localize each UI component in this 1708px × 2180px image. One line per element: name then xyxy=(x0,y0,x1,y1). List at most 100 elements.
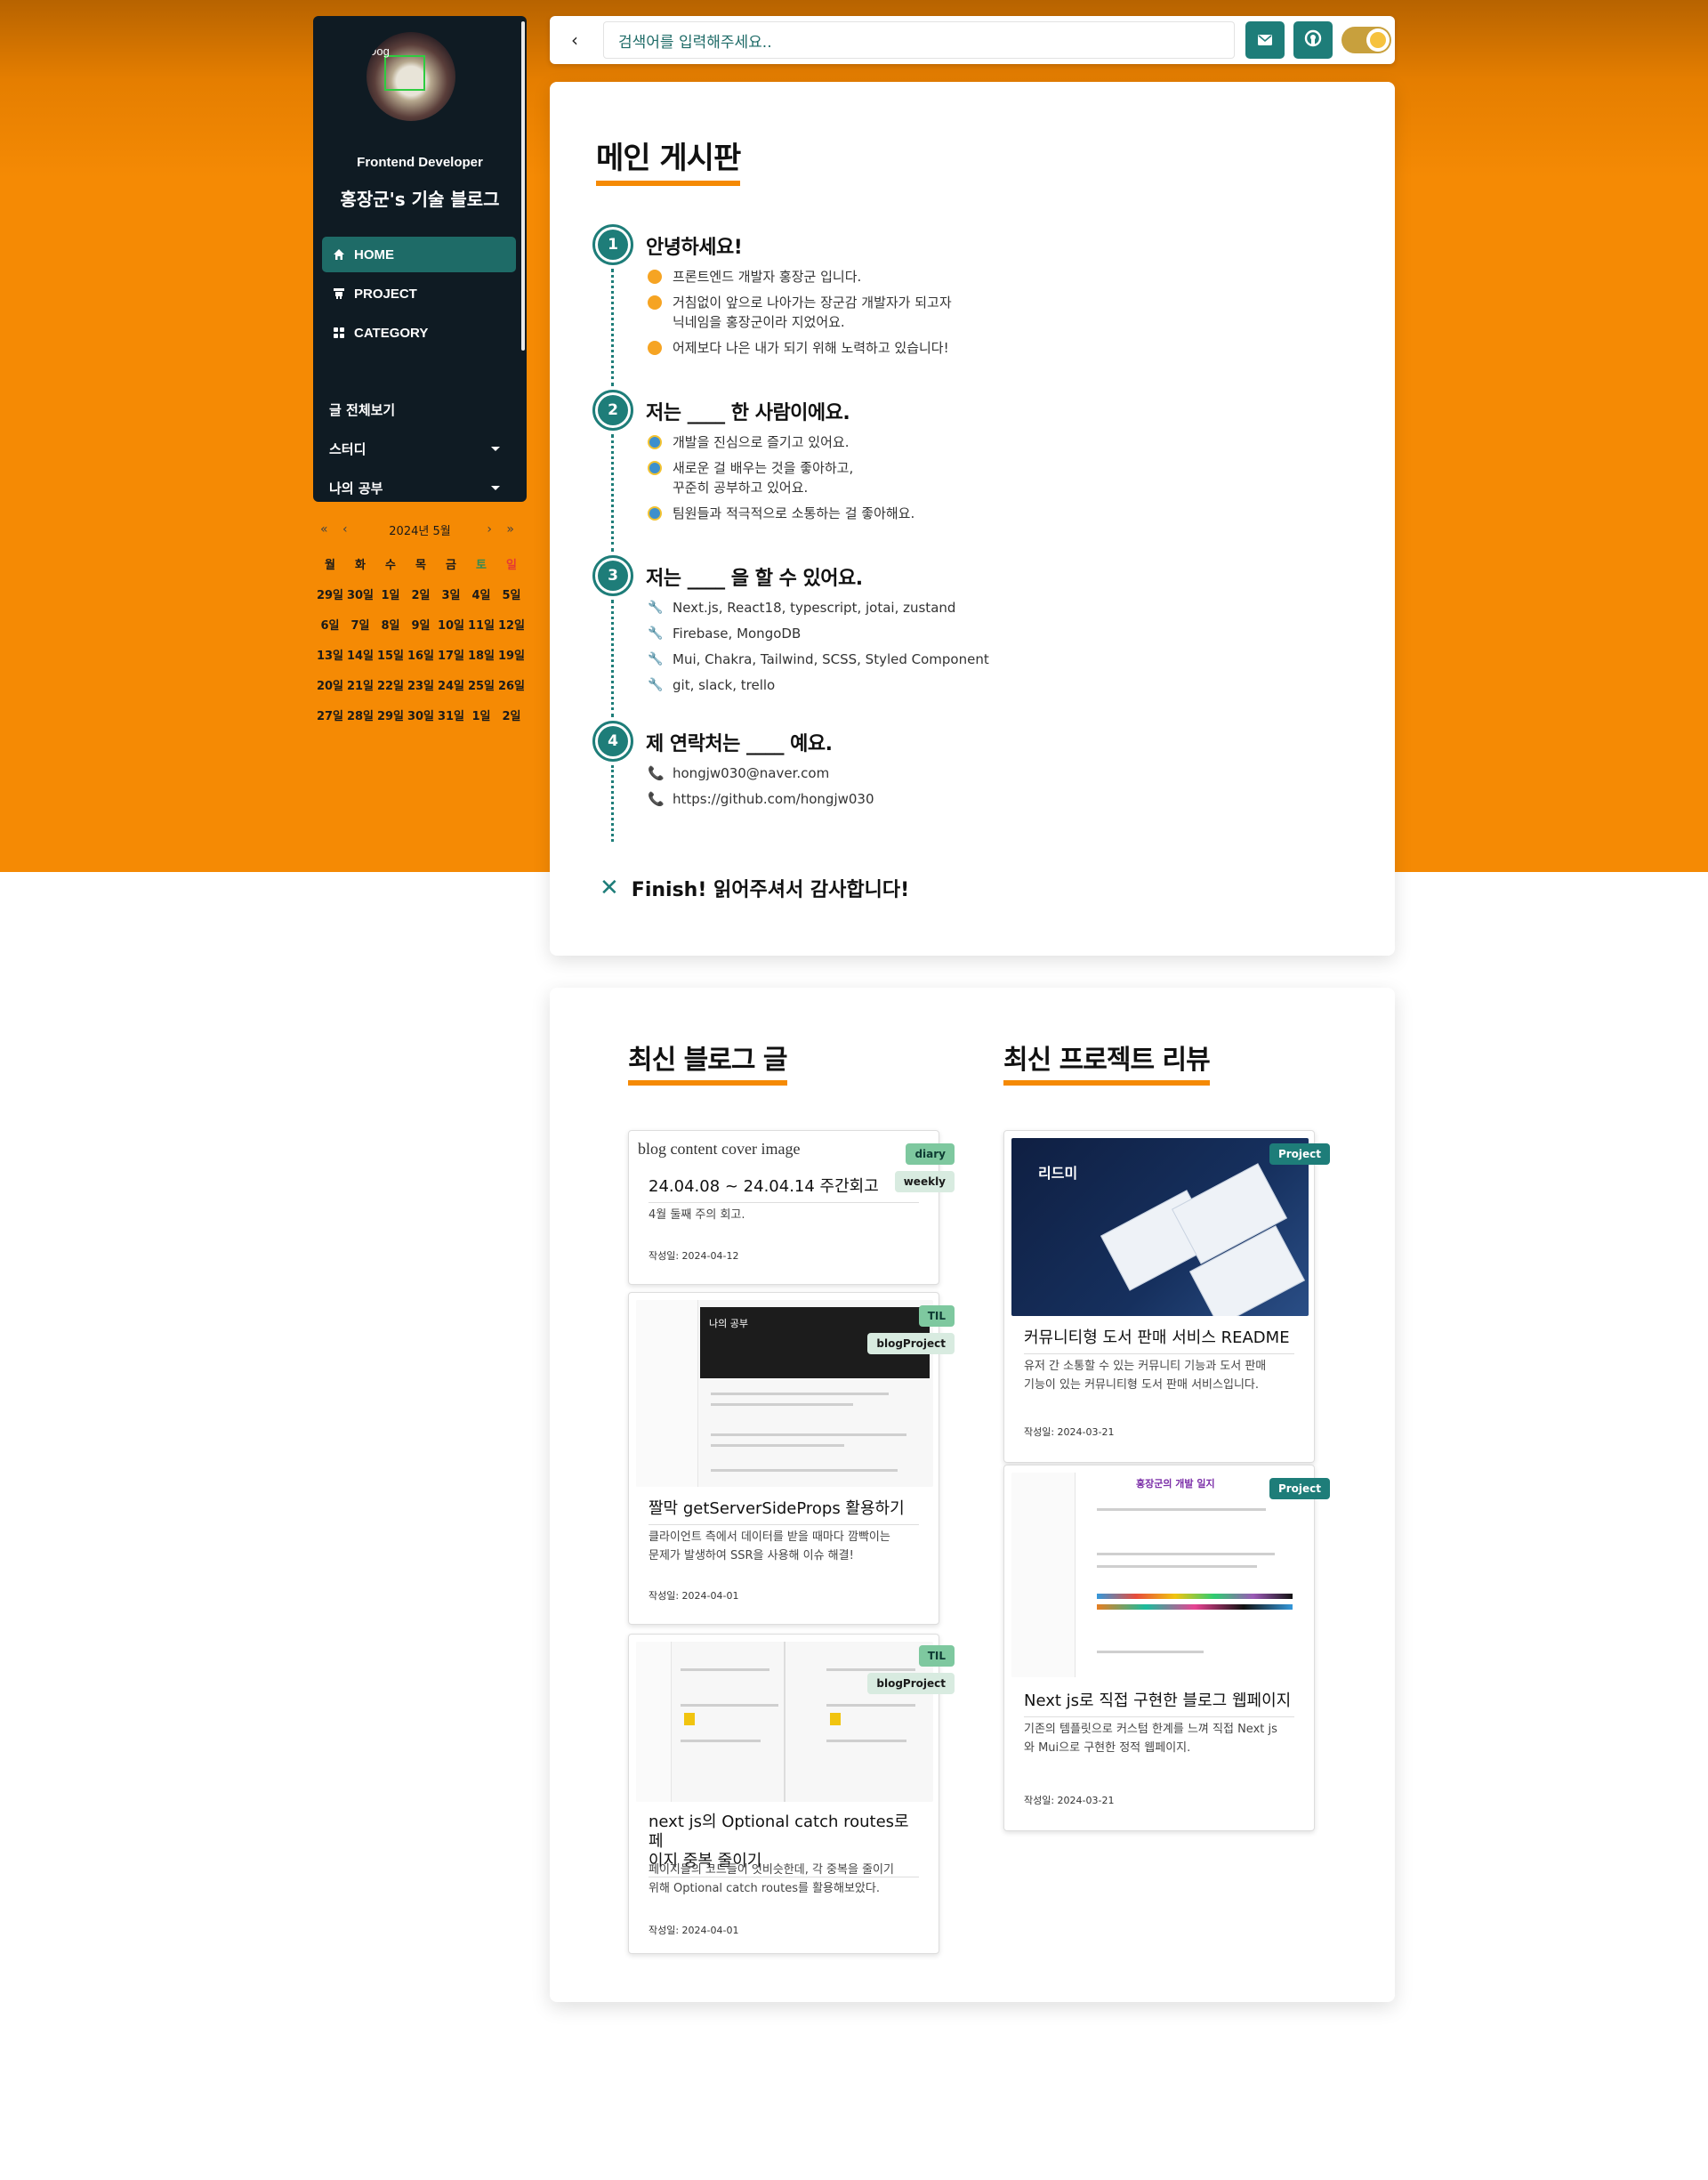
card-date: 작성일: 2024-03-21 xyxy=(1024,1426,1115,1438)
calendar-day[interactable]: 3일 xyxy=(436,585,466,607)
calendar-day[interactable]: 26일 xyxy=(496,676,527,698)
step-item: 어제보다 나은 내가 되기 위해 노력하고 있습니다! xyxy=(646,338,1322,358)
latest-section: 최신 블로그 글 최신 프로젝트 리뷰 blog content cover i… xyxy=(550,988,1395,2002)
nav-item-project[interactable]: PROJECT xyxy=(322,276,516,311)
search-input[interactable]: 검색어를 입력해주세요.. xyxy=(603,21,1235,59)
calendar-day[interactable]: 6일 xyxy=(315,616,345,637)
calendar-day[interactable]: 1일 xyxy=(375,585,406,607)
step-item-text: 거침없이 앞으로 나아가는 장군감 개발자가 되고자 닉네임을 홍장군이라 지었… xyxy=(673,295,952,330)
nav-item-home[interactable]: HOME xyxy=(322,237,516,272)
card-date: 작성일: 2024-04-12 xyxy=(649,1250,739,1262)
blog-card[interactable]: 나의 공부 TIL blogProject 짤막 getServerSidePr… xyxy=(628,1292,955,1625)
category-label: 나의 공부 xyxy=(329,480,383,497)
category-study[interactable]: 스터디 xyxy=(313,429,527,468)
calendar-day[interactable]: 28일 xyxy=(345,706,375,728)
calendar-day[interactable]: 15일 xyxy=(375,646,406,667)
blog-card[interactable]: TIL blogProject next js의 Optional catch … xyxy=(628,1634,955,1954)
tag-badge[interactable]: TIL xyxy=(918,1305,955,1327)
screenshot-thumbnail xyxy=(636,1642,933,1802)
calendar-day[interactable]: 30일 xyxy=(345,585,375,607)
calendar-day[interactable]: 30일 xyxy=(406,706,436,728)
tag-badge[interactable]: Project xyxy=(1269,1143,1330,1165)
step-item-text: 어제보다 나은 내가 되기 위해 노력하고 있습니다! xyxy=(673,340,949,356)
step-title: 저는 ____ 한 사람이에요. xyxy=(646,402,850,424)
back-button[interactable]: ‹ xyxy=(562,28,587,52)
tag-badge[interactable]: diary xyxy=(906,1143,955,1165)
calendar-day[interactable]: 12일 xyxy=(496,616,527,637)
thumb-hero-text: 나의 공부 xyxy=(709,1318,748,1329)
theme-toggle[interactable] xyxy=(1341,27,1391,53)
step-item-text: 새로운 걸 배우는 것을 좋아하고, 꾸준히 공부하고 있어요. xyxy=(673,460,854,496)
calendar-day[interactable]: 13일 xyxy=(315,646,345,667)
github-icon xyxy=(1304,29,1322,51)
calendar-day[interactable]: 8일 xyxy=(375,616,406,637)
calendar-next-buttons[interactable]: › » xyxy=(487,522,520,537)
calendar-day[interactable]: 18일 xyxy=(466,646,496,667)
project-card[interactable]: 리드미 Project 커뮤니티형 도서 판매 서비스 README 유저 간 … xyxy=(1003,1130,1330,1463)
step-item: 📞 hongjw030@naver.com xyxy=(646,763,1322,783)
category-my-study[interactable]: 나의 공부 xyxy=(313,468,527,502)
calendar-day[interactable]: 24일 xyxy=(436,676,466,698)
calendar-day[interactable]: 4일 xyxy=(466,585,496,607)
calendar-day[interactable]: 17일 xyxy=(436,646,466,667)
calendar-day[interactable]: 5일 xyxy=(496,585,527,607)
thumb-line xyxy=(711,1444,844,1447)
card-description: 유저 간 소통할 수 있는 커뮤니티 기능과 도서 판매 기능이 있는 커뮤니티… xyxy=(1024,1360,1267,1392)
calendar-day[interactable]: 16일 xyxy=(406,646,436,667)
latest-project-title: 최신 프로젝트 리뷰 xyxy=(1003,1038,1211,1086)
tag-badge[interactable]: TIL xyxy=(918,1645,955,1667)
shield-icon xyxy=(648,506,662,521)
card-title: 짤막 getServerSideProps 활용하기 xyxy=(649,1499,919,1525)
home-icon xyxy=(331,247,347,262)
blog-title[interactable]: 홍장군's 기술 블로그 xyxy=(313,185,527,211)
step-item-text[interactable]: https://github.com/hongjw030 xyxy=(673,789,874,809)
calendar-day[interactable]: 7일 xyxy=(345,616,375,637)
calendar-day[interactable]: 25일 xyxy=(466,676,496,698)
calendar-day[interactable]: 1일 xyxy=(466,706,496,728)
step-item-text: Mui, Chakra, Tailwind, SCSS, Styled Comp… xyxy=(673,651,989,667)
tag-badge[interactable]: blogProject xyxy=(867,1673,955,1694)
step-item-text[interactable]: hongjw030@naver.com xyxy=(673,763,829,783)
calendar-day[interactable]: 22일 xyxy=(375,676,406,698)
calendar-day[interactable]: 27일 xyxy=(315,706,345,728)
calendar-day[interactable]: 14일 xyxy=(345,646,375,667)
calendar-day[interactable]: 9일 xyxy=(406,616,436,637)
step-item: 🔧 Firebase, MongoDB xyxy=(646,624,1322,643)
calendar-day[interactable]: 29일 xyxy=(315,585,345,607)
thumb-line xyxy=(1097,1651,1204,1653)
calendar-month[interactable]: 2024년 5월 xyxy=(389,521,450,538)
calendar-day[interactable]: 19일 xyxy=(496,646,527,667)
calendar-prev-buttons[interactable]: « ‹ xyxy=(320,522,353,537)
mail-button[interactable] xyxy=(1245,21,1285,59)
project-cover-image: 홍장군의 개발 일지 xyxy=(1011,1473,1309,1677)
card-description: 클라이언트 측에서 데이터를 받을 때마다 깜빡이는 문제가 발생하여 SSR을… xyxy=(649,1530,890,1562)
project-cover-image: 리드미 xyxy=(1011,1138,1309,1316)
category-label: 스터디 xyxy=(329,440,367,457)
thumb-sidebar xyxy=(636,1300,698,1487)
calendar-day[interactable]: 10일 xyxy=(436,616,466,637)
intro-steps: 1 안녕하세요! 프론트엔드 개발자 홍장군 입니다. 거침없이 앞으로 나아가는 장… xyxy=(592,224,1322,845)
step-item-text: Firebase, MongoDB xyxy=(673,626,802,642)
calendar-day[interactable]: 2일 xyxy=(406,585,436,607)
step-item: 🔧 Next.js, React18, typescript, jotai, zu… xyxy=(646,598,1322,618)
blog-card[interactable]: blog content cover image diary weekly 24… xyxy=(628,1130,955,1285)
category-all[interactable]: 글 전체보기 xyxy=(313,390,527,429)
calendar-weekday: 토 xyxy=(476,559,487,572)
card-description: 기존의 템플릿으로 커스텀 한계를 느껴 직접 Next js 와 Mui으로 … xyxy=(1024,1723,1277,1755)
calendar-day[interactable]: 2일 xyxy=(496,706,527,728)
tag-badge[interactable]: Project xyxy=(1269,1478,1330,1499)
calendar-day[interactable]: 20일 xyxy=(315,676,345,698)
calendar-day[interactable]: 29일 xyxy=(375,706,406,728)
calendar-day[interactable]: 21일 xyxy=(345,676,375,698)
calendar-day[interactable]: 31일 xyxy=(436,706,466,728)
finish-message: ✕ Finish! 읽어주셔서 감사합니다! xyxy=(600,874,909,902)
nav-item-label: CATEGORY xyxy=(354,325,429,341)
project-card[interactable]: 홍장군의 개발 일지 Project Next js로 직접 구현한 블로그 웹… xyxy=(1003,1465,1330,1831)
nav-item-category[interactable]: CATEGORY xyxy=(322,315,516,351)
tag-badge[interactable]: blogProject xyxy=(867,1333,955,1354)
github-button[interactable] xyxy=(1293,21,1333,59)
thumb-line xyxy=(681,1704,778,1707)
calendar-day[interactable]: 23일 xyxy=(406,676,436,698)
calendar-day[interactable]: 11일 xyxy=(466,616,496,637)
step-number-badge: 2 xyxy=(592,390,633,431)
